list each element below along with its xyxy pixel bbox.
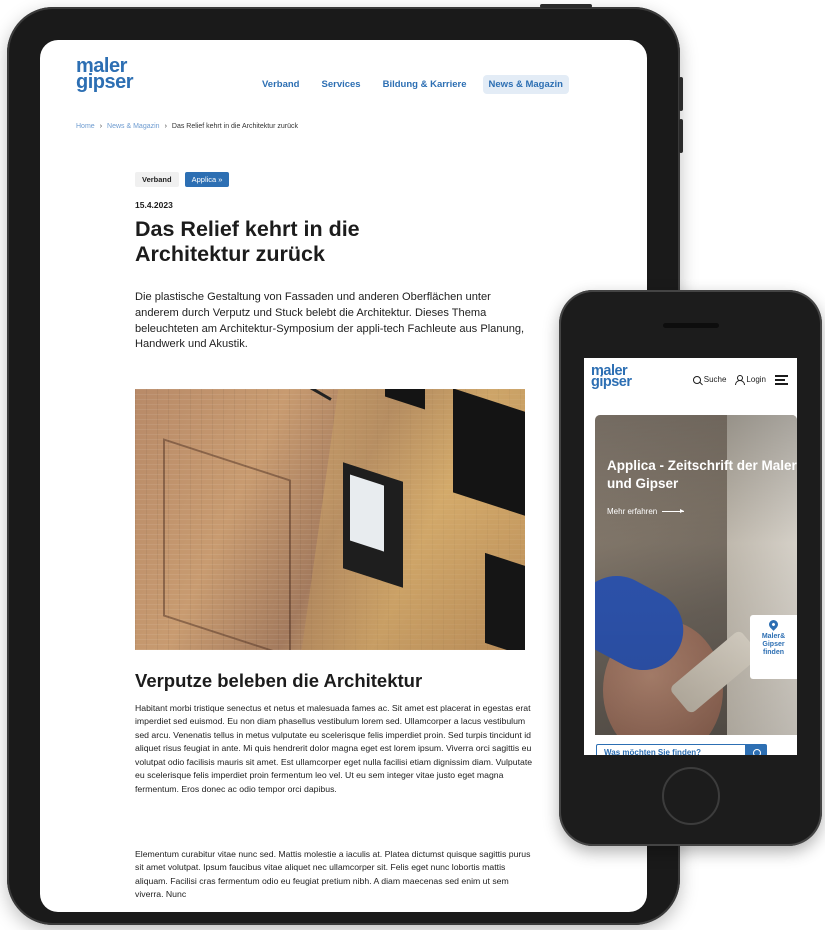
tablet-power-button	[540, 4, 592, 8]
pin-icon	[767, 618, 780, 631]
tag-applica[interactable]: Applica »	[184, 172, 230, 187]
search-submit-button[interactable]	[746, 744, 767, 755]
nav-item-verband[interactable]: Verband	[256, 75, 306, 94]
article-tags: Verband Applica »	[135, 172, 230, 187]
breadcrumb-home[interactable]: Home	[76, 123, 95, 130]
phone-home-button	[662, 767, 720, 825]
logo-line-2: gipser	[76, 70, 134, 93]
tablet-volume-down-button	[679, 119, 683, 153]
nav-item-bildung-karriere[interactable]: Bildung & Karriere	[377, 75, 473, 94]
tablet-volume-up-button	[679, 77, 683, 111]
login-button[interactable]: Login	[735, 375, 766, 385]
chevron-right-icon: ›	[164, 123, 167, 130]
nav-item-news-magazin[interactable]: News & Magazin	[482, 75, 569, 94]
search-button[interactable]: Suche	[692, 375, 727, 384]
window-glass	[350, 474, 384, 552]
search-label: Suche	[703, 375, 727, 384]
finder-line-1: Maler&	[761, 633, 786, 640]
login-label: Login	[746, 375, 766, 384]
breadcrumb-current: Das Relief kehrt in die Architektur zurü…	[171, 123, 298, 130]
site-logo[interactable]: maler gipser	[76, 56, 134, 93]
phone-device: maler gipser Suche Login Applica - Zeits…	[559, 290, 822, 846]
hero-more-label: Mehr erfahren	[607, 507, 658, 516]
logo-line-2: gipser	[591, 374, 632, 391]
search-icon	[692, 375, 701, 384]
mobile-site-logo[interactable]: maler gipser	[591, 364, 632, 391]
find-painter-button[interactable]: Maler& Gipser finden	[750, 615, 797, 679]
mobile-search: Was möchten Sie finden?	[596, 744, 767, 755]
window-center	[343, 462, 403, 588]
menu-button[interactable]	[775, 375, 788, 385]
tablet-screen: maler gipser Verband Services Bildung & …	[40, 40, 647, 912]
menu-icon	[775, 375, 788, 385]
phone-speaker	[663, 323, 719, 328]
window-lower-right	[485, 552, 525, 650]
hero-more-link[interactable]: Mehr erfahren	[607, 507, 685, 516]
mobile-header-tools: Suche Login	[692, 375, 788, 385]
hero-title: Applica - Zeitschrift der Maler und Gips…	[607, 458, 797, 491]
chevron-right-icon: ›	[99, 123, 103, 130]
article-date: 15.4.2023	[135, 200, 173, 210]
article-paragraph-1: Habitant morbi tristique senectus et net…	[135, 703, 533, 794]
article-image	[135, 389, 525, 650]
article-lead: Die plastische Gestaltung von Fassaden u…	[135, 291, 525, 351]
article-title: Das Relief kehrt in die Architektur zurü…	[135, 217, 360, 267]
finder-line-2: Gipser	[762, 640, 785, 648]
tag-verband[interactable]: Verband	[135, 172, 179, 187]
hero-teaser[interactable]: Applica - Zeitschrift der Maler und Gips…	[595, 415, 797, 735]
search-icon	[752, 749, 761, 755]
search-input[interactable]: Was möchten Sie finden?	[596, 744, 746, 755]
section-heading: Verputze beleben die Architektur	[135, 670, 423, 691]
main-nav: Verband Services Bildung & Karriere News…	[256, 75, 569, 94]
nav-item-services[interactable]: Services	[316, 75, 367, 94]
arrow-right-icon	[662, 509, 685, 513]
phone-screen: maler gipser Suche Login Applica - Zeits…	[584, 358, 797, 755]
user-icon	[735, 375, 746, 385]
breadcrumb: Home › News & Magazin › Das Relief kehrt…	[76, 123, 298, 130]
finder-line-3: finden	[763, 648, 784, 656]
breadcrumb-section[interactable]: News & Magazin	[107, 123, 160, 130]
article-paragraph-2: Elementum curabitur vitae nunc sed. Matt…	[135, 849, 531, 900]
